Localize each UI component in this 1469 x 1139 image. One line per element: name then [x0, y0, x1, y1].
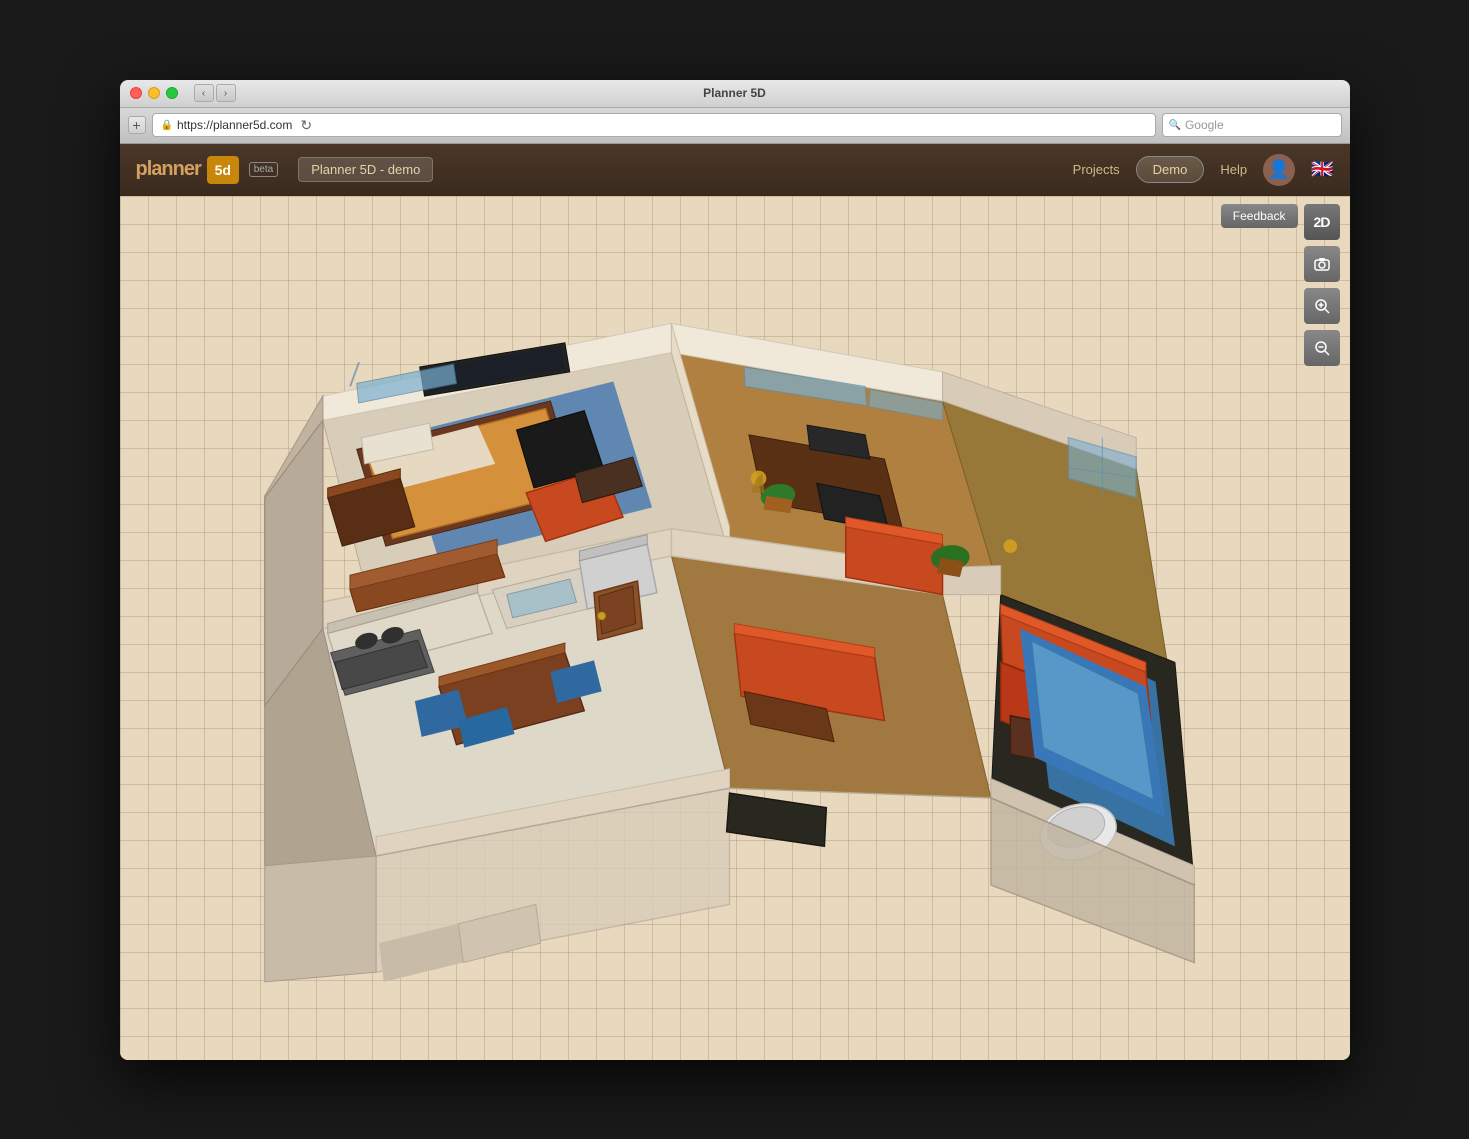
logo-area: planner 5d beta — [136, 156, 279, 184]
logo-suffix: 5d — [215, 162, 231, 178]
refresh-icon[interactable]: ↻ — [300, 117, 312, 134]
user-avatar[interactable]: 👤 — [1263, 154, 1295, 186]
beta-badge: beta — [249, 162, 278, 177]
title-bar: ‹ › Planner 5D — [120, 80, 1350, 108]
forward-arrow[interactable]: › — [216, 84, 236, 102]
2d-view-button[interactable]: 2D — [1304, 204, 1340, 240]
floorplan-container[interactable] — [140, 246, 1290, 1040]
zoom-in-button[interactable] — [1304, 288, 1340, 324]
nav-arrows: ‹ › — [194, 84, 236, 102]
search-placeholder: Google — [1185, 118, 1224, 132]
header-right: Projects Demo Help 👤 🇬🇧 — [1073, 154, 1334, 186]
demo-button[interactable]: Demo — [1136, 156, 1205, 183]
traffic-lights — [130, 87, 178, 99]
search-icon: 🔍 — [1169, 120, 1181, 131]
feedback-button[interactable]: Feedback — [1221, 204, 1298, 228]
floorplan-svg — [165, 246, 1265, 1040]
zoom-out-icon — [1313, 339, 1331, 357]
back-arrow[interactable]: ‹ — [194, 84, 214, 102]
logo-text: planner — [136, 158, 201, 181]
window-title: Planner 5D — [703, 86, 766, 100]
browser-toolbar: + 🔒 https://planner5d.com ↻ 🔍 Google — [120, 108, 1350, 144]
zoom-in-icon — [1313, 297, 1331, 315]
mac-window: ‹ › Planner 5D + 🔒 https://planner5d.com… — [120, 80, 1350, 1060]
app-header: planner 5d beta Planner 5D - demo Projec… — [120, 144, 1350, 196]
url-text: https://planner5d.com — [177, 118, 292, 132]
language-flag[interactable]: 🇬🇧 — [1311, 159, 1333, 180]
camera-icon — [1313, 255, 1331, 273]
zoom-out-button[interactable] — [1304, 330, 1340, 366]
search-bar[interactable]: 🔍 Google — [1162, 113, 1342, 137]
camera-button[interactable] — [1304, 246, 1340, 282]
main-content: Feedback 2D — [120, 196, 1350, 1060]
add-tab-button[interactable]: + — [128, 116, 146, 134]
help-link[interactable]: Help — [1220, 162, 1247, 177]
close-button[interactable] — [130, 87, 142, 99]
minimize-button[interactable] — [148, 87, 160, 99]
project-name[interactable]: Planner 5D - demo — [298, 157, 433, 182]
url-bar[interactable]: 🔒 https://planner5d.com ↻ — [152, 113, 1156, 137]
projects-link[interactable]: Projects — [1073, 162, 1120, 177]
maximize-button[interactable] — [166, 87, 178, 99]
logo-icon: 5d — [207, 156, 239, 184]
right-toolbar: 2D — [1304, 204, 1340, 366]
lock-icon: 🔒 — [161, 120, 173, 131]
